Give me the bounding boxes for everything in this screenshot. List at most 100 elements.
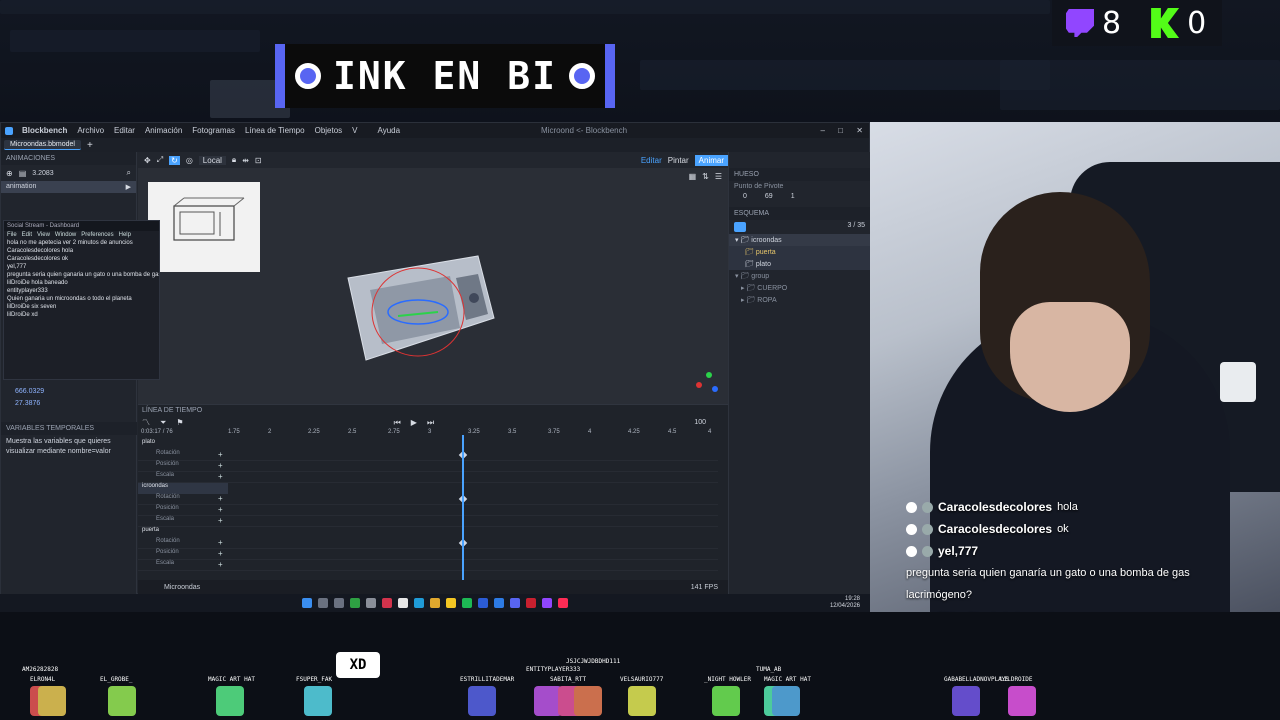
timeline-group[interactable]: puerta — [138, 527, 228, 538]
app-icon[interactable] — [382, 598, 392, 608]
add-keyframe-button[interactable]: + — [218, 538, 223, 547]
lock-icon[interactable]: 🔒︎ — [232, 155, 236, 165]
add-keyframe-button[interactable]: + — [218, 450, 223, 459]
add-keyframe-button[interactable]: + — [218, 472, 223, 481]
outliner-item[interactable]: 📁︎ plato — [729, 258, 870, 270]
pivot-y[interactable]: 69 — [765, 193, 773, 200]
add-keyframe-button[interactable]: + — [218, 560, 223, 569]
timeline-channel[interactable]: Escala + — [138, 560, 718, 571]
menu-help[interactable]: Help — [119, 232, 131, 238]
add-group-icon[interactable] — [734, 222, 746, 232]
animation-list-item[interactable]: animation ▶ — [1, 181, 136, 193]
search-icon[interactable]: ⌕ — [127, 168, 131, 178]
twitch-icon[interactable] — [542, 598, 552, 608]
marker-icon[interactable]: ⚑ — [176, 418, 183, 427]
outliner-item[interactable]: ▾ 📁︎ group — [729, 270, 870, 282]
timeline-channel[interactable]: Posición + — [138, 505, 718, 516]
play-button[interactable]: ▶ — [411, 418, 417, 427]
app-icon[interactable] — [478, 598, 488, 608]
opera-icon[interactable] — [526, 598, 536, 608]
outliner-item[interactable]: 📁︎ puerta — [729, 246, 870, 258]
new-tab-button[interactable]: + — [87, 140, 93, 151]
app-icon[interactable] — [366, 598, 376, 608]
pivot-tool-icon[interactable]: ◎ — [186, 156, 193, 165]
reference-image[interactable] — [148, 182, 260, 272]
timeline-channel[interactable]: Escala + — [138, 472, 718, 483]
resize-tool-icon[interactable]: ⤢ — [157, 155, 163, 165]
vscode-icon[interactable] — [494, 598, 504, 608]
app-icon[interactable] — [430, 598, 440, 608]
animate-mode-tab[interactable]: Animar — [694, 154, 728, 166]
widgets-icon[interactable] — [334, 598, 344, 608]
timeline-channel[interactable]: Rotación + — [138, 538, 718, 549]
next-frame-button[interactable]: ⏭ — [427, 418, 434, 428]
move-tool-icon[interactable]: ✥ — [144, 156, 151, 165]
view-mode-icon[interactable]: ▦ — [689, 172, 697, 181]
pivot-x[interactable]: 0 — [743, 193, 747, 200]
maximize-button[interactable]: □ — [838, 126, 843, 135]
app-icon[interactable] — [398, 598, 408, 608]
edit-mode-tab[interactable]: Editar — [641, 156, 662, 165]
minimize-button[interactable]: – — [821, 126, 825, 135]
menu-archivo[interactable]: Archivo — [72, 126, 109, 135]
spotify-icon[interactable] — [462, 598, 472, 608]
prev-frame-button[interactable]: ⏮ — [394, 418, 401, 428]
add-animation-button[interactable]: ⊕ — [6, 169, 13, 178]
mirror-icon[interactable]: ⇹ — [242, 156, 249, 165]
space-select[interactable]: Local — [198, 155, 226, 165]
menu-fotogramas[interactable]: Fotogramas — [187, 126, 240, 135]
taskview-icon[interactable] — [318, 598, 328, 608]
menu-objetos[interactable]: Objetos — [310, 126, 348, 135]
play-icon[interactable]: ▶ — [126, 183, 131, 191]
menu-icon[interactable]: ☰ — [715, 172, 722, 181]
sort-icon[interactable]: ⇅ — [702, 172, 709, 181]
add-keyframe-button[interactable]: + — [218, 505, 223, 514]
menu-ayuda[interactable]: Ayuda — [373, 126, 406, 135]
discord-icon[interactable] — [510, 598, 520, 608]
microwave-model[interactable] — [338, 248, 498, 368]
graph-icon[interactable]: 〽 — [142, 417, 150, 428]
menu-file[interactable]: File — [7, 232, 17, 238]
import-animation-button[interactable]: ▤ — [19, 169, 27, 178]
3d-viewport[interactable]: ▦ ⇅ ☰ — [138, 168, 728, 404]
menu-linea-tiempo[interactable]: Línea de Tiempo — [240, 126, 310, 135]
playhead[interactable] — [462, 435, 464, 581]
close-button[interactable]: ✕ — [856, 126, 863, 135]
tab-microondas[interactable]: Microondas.bbmodel — [4, 140, 81, 150]
add-keyframe-button[interactable]: + — [218, 516, 223, 525]
timeline-channel[interactable]: Rotación + — [138, 494, 718, 505]
folder-icon[interactable] — [446, 598, 456, 608]
axis-gizmo[interactable] — [696, 372, 720, 396]
outliner-item[interactable]: ▾ 📁︎ icroondas — [729, 234, 870, 246]
playback-speed[interactable]: 100 — [694, 419, 706, 426]
rotate-tool-icon[interactable]: ↻ — [169, 155, 180, 165]
outliner-item[interactable]: ▸ 📁︎ ROPA — [729, 294, 870, 306]
outliner-item[interactable]: ▸ 📁︎ CUERPO — [729, 282, 870, 294]
paint-mode-tab[interactable]: Pintar — [668, 156, 689, 165]
menu-v[interactable]: V — [347, 126, 362, 135]
timeline-channel[interactable]: Rotación + — [138, 450, 718, 461]
animation-length[interactable]: 3.2083 — [32, 170, 53, 177]
menu-view[interactable]: View — [37, 232, 50, 238]
menu-preferences[interactable]: Preferences — [81, 232, 113, 238]
menu-window[interactable]: Window — [55, 232, 76, 238]
tiktok-icon[interactable] — [558, 598, 568, 608]
add-keyframe-button[interactable]: + — [218, 461, 223, 470]
timeline-ruler[interactable]: 1.75 2 2.25 2.5 2.75 3 3.25 3.5 3.75 4 4.25 4.5 4 — [228, 429, 728, 439]
menu-edit[interactable]: Edit — [22, 232, 32, 238]
filter-icon[interactable]: ⏷ — [160, 418, 166, 428]
timeline-channel[interactable]: Posición + — [138, 549, 718, 560]
app-icon[interactable] — [350, 598, 360, 608]
app-icon[interactable] — [414, 598, 424, 608]
add-keyframe-button[interactable]: + — [218, 494, 223, 503]
menu-animacion[interactable]: Animación — [140, 126, 187, 135]
timeline-channel[interactable]: Escala + — [138, 516, 718, 527]
center-icon[interactable]: ⊡ — [255, 156, 262, 165]
start-icon[interactable] — [302, 598, 312, 608]
timeline-group[interactable]: plato — [138, 439, 228, 450]
timeline-group[interactable]: icroondas — [138, 483, 228, 494]
timeline-channel[interactable]: Posición + — [138, 461, 718, 472]
pivot-z[interactable]: 1 — [791, 193, 795, 200]
add-keyframe-button[interactable]: + — [218, 549, 223, 558]
menu-editar[interactable]: Editar — [109, 126, 140, 135]
